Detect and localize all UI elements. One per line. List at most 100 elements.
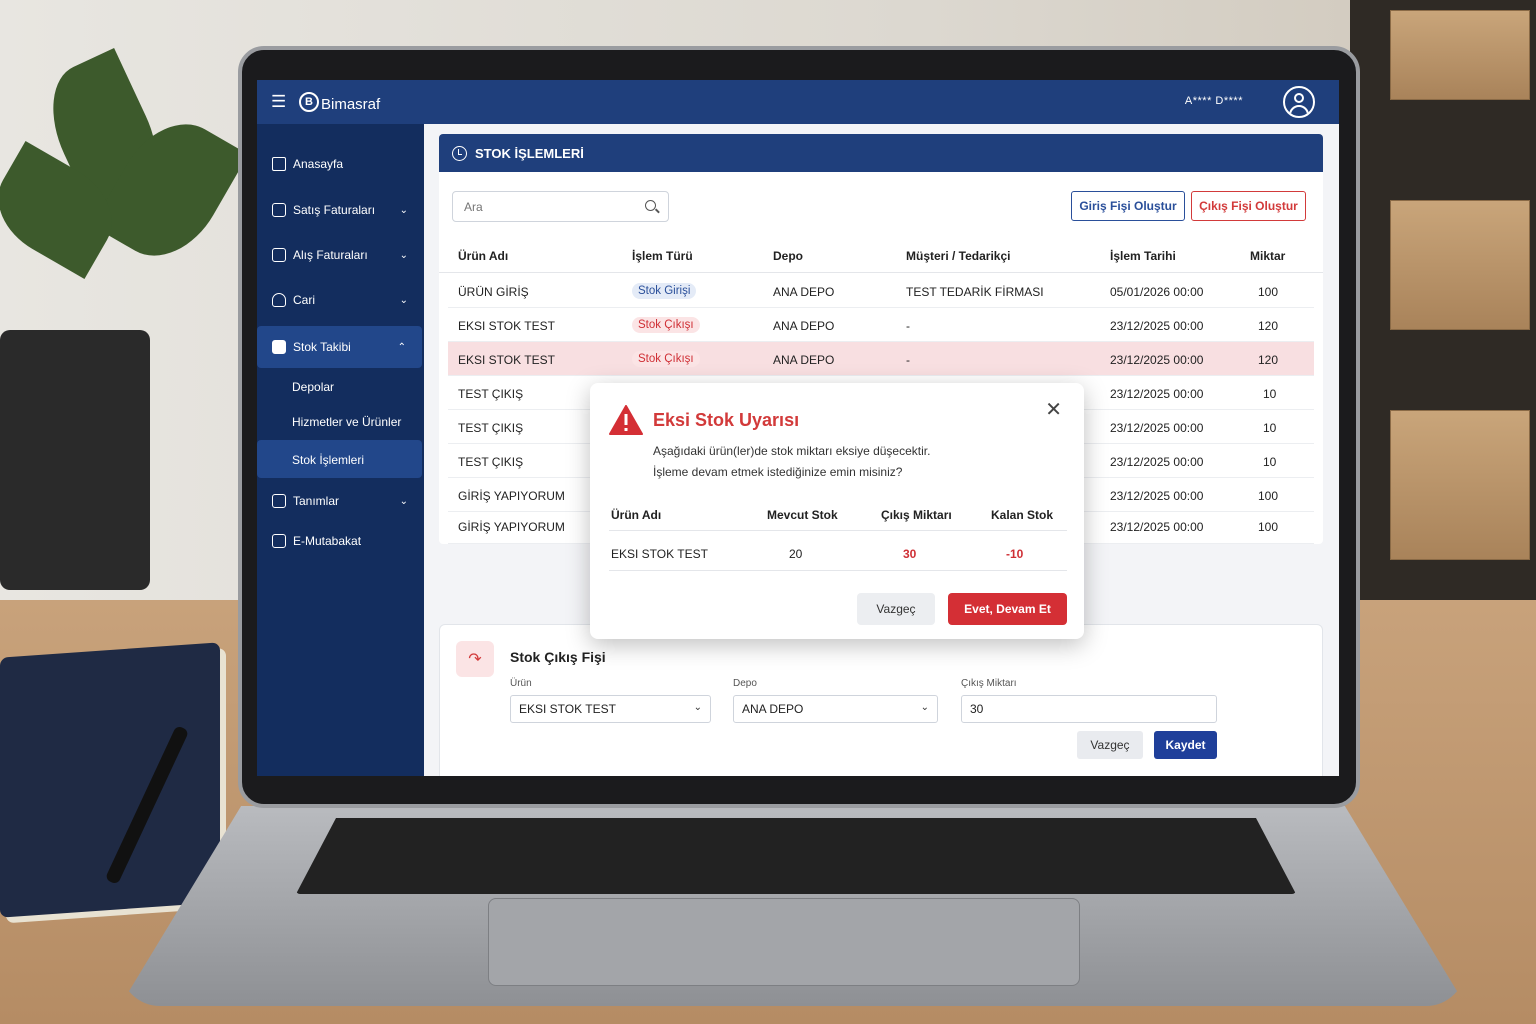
laptop-touchpad [488,898,1080,986]
column-header: Ürün Adı [611,508,662,522]
table-row[interactable]: ÜRÜN GİRİŞ Stok Girişi ANA DEPO TEST TED… [448,274,1314,308]
column-header[interactable]: Miktar [1250,249,1285,263]
sidebar-item-tanimlar[interactable]: Tanımlar ⌄ [257,481,424,521]
user-icon [272,293,286,307]
cell-tarih: 23/12/2025 00:00 [1110,421,1204,435]
user-avatar-icon[interactable] [1283,86,1315,118]
sidebar-subitem-stok-islemleri[interactable]: Stok İşlemleri [292,453,364,467]
background-box [1390,10,1530,100]
sidebar-item-alis-faturalari[interactable]: Alış Faturaları ⌄ [257,235,424,275]
modal-message: İşleme devam etmek istediğinize emin mis… [653,465,903,479]
create-exit-slip-button[interactable]: Çıkış Fişi Oluştur [1191,191,1306,221]
table-row[interactable]: EKSI STOK TEST Stok Çıkışı ANA DEPO - 23… [448,308,1314,342]
cell-miktar: 100 [1258,285,1279,299]
screen: ☰ B Bimasraf A**** D**** Anasayfa Satış … [257,80,1339,776]
cell-tarih: 23/12/2025 00:00 [1110,387,1204,401]
search-box[interactable] [452,191,669,222]
cell-miktar: 100 [1258,489,1279,503]
sidebar-subitem-hizmetler-ve-urunler[interactable]: Hizmetler ve Ürünler [292,415,401,429]
column-header: Mevcut Stok [767,508,838,522]
sidebar-item-anasayfa[interactable]: Anasayfa [257,144,424,184]
clock-icon [452,145,467,161]
column-header: Kalan Stok [991,508,1054,522]
sidebar-subitem-depolar[interactable]: Depolar [292,380,334,394]
chevron-down-icon: ⌄ [399,495,408,507]
create-entry-slip-button[interactable]: Giriş Fişi Oluştur [1071,191,1185,221]
sidebar-item-label: Alış Faturaları [293,248,368,262]
product-select[interactable]: EKSI STOK TEST ⌄ [510,695,711,723]
top-bar: ☰ B Bimasraf A**** D**** [257,80,1339,124]
chevron-down-icon: ⌄ [399,294,408,306]
cell-tarih: 23/12/2025 00:00 [1110,319,1204,333]
app-logo[interactable]: B Bimasraf [299,90,380,113]
warning-icon [609,405,643,435]
search-input[interactable] [464,192,634,221]
sidebar-item-label: Cari [293,293,316,307]
cell-tarih: 05/01/2026 00:00 [1110,285,1204,299]
document-icon [272,203,286,217]
column-header[interactable]: Ürün Adı [458,249,508,263]
clipboard-icon [272,534,286,548]
chevron-up-icon: ⌃ [397,341,406,353]
exit-quantity-value: 30 [970,702,984,716]
plant-pot [0,330,150,590]
cell-tarih: 23/12/2025 00:00 [1110,353,1204,367]
cell-miktar: 100 [1258,520,1279,534]
modal-table-row: EKSI STOK TEST 20 30 -10 [609,537,1067,571]
cell-urun: GİRİŞ YAPIYORUM [458,489,565,503]
warehouse-select-value: ANA DEPO [742,702,804,716]
field-label: Ürün [510,678,532,689]
box-icon [272,340,286,354]
status-badge: Stok Girişi [632,283,697,299]
page-title: STOK İŞLEMLERİ [475,145,584,161]
background-box [1390,200,1530,330]
table-row-highlighted[interactable]: EKSI STOK TEST Stok Çıkışı ANA DEPO - 23… [448,342,1314,376]
chevron-down-icon: ⌄ [399,249,408,261]
save-button[interactable]: Kaydet [1154,731,1217,759]
panel-header: STOK İŞLEMLERİ [439,134,1323,172]
sidebar-item-satis-faturalari[interactable]: Satış Faturaları ⌄ [257,190,424,230]
modal-cancel-button[interactable]: Vazgeç [857,593,935,625]
close-icon[interactable]: ✕ [1045,400,1062,420]
cell-miktar: 10 [1263,421,1277,435]
exit-quantity-input[interactable]: 30 [961,695,1217,723]
column-header[interactable]: Müşteri / Tedarikçi [906,249,1010,263]
column-header[interactable]: Depo [773,249,803,263]
logo-text: Bimasraf [321,96,381,113]
form-title: Stok Çıkış Fişi [510,649,606,665]
hamburger-menu-icon[interactable]: ☰ [271,93,286,110]
exit-slip-icon: ↷ [456,641,494,677]
cell-tarih: 23/12/2025 00:00 [1110,489,1204,503]
search-icon[interactable] [645,200,656,211]
cell-miktar: 120 [1258,353,1279,367]
sidebar-item-stok-takibi[interactable]: Stok Takibi ⌃ [257,326,422,368]
logo-mark: B [299,91,319,112]
cell-urun: GİRİŞ YAPIYORUM [458,520,565,534]
cell-tarih: 23/12/2025 00:00 [1110,520,1204,534]
field-label: Depo [733,678,757,689]
cell-urun: EKSI STOK TEST [458,319,555,333]
document-icon [272,248,286,262]
sidebar-item-cari[interactable]: Cari ⌄ [257,280,424,320]
modal-message: Aşağıdaki ürün(ler)de stok miktarı eksiy… [653,444,931,458]
cell-cikis-miktari: 30 [903,547,917,561]
cell-kalan-stok: -10 [1006,547,1024,561]
status-badge: Stok Çıkışı [632,351,700,367]
sidebar-item-e-mutabakat[interactable]: E-Mutabakat [257,521,424,561]
cell-urun: TEST ÇIKIŞ [458,421,524,435]
modal-table-header: Ürün Adı Mevcut Stok Çıkış Miktarı Kalan… [609,503,1067,531]
settings-box-icon [272,494,286,508]
background-shelf [1350,0,1536,600]
column-header[interactable]: İşlem Türü [632,249,693,263]
cell-depo: ANA DEPO [773,353,835,367]
form-cancel-button[interactable]: Vazgeç [1077,731,1143,759]
column-header: Çıkış Miktarı [881,508,952,522]
modal-title: Eksi Stok Uyarısı [653,410,800,430]
column-header[interactable]: İşlem Tarihi [1110,249,1176,263]
sidebar-item-label: Anasayfa [293,157,344,171]
cell-urun: EKSI STOK TEST [611,547,708,561]
chevron-down-icon: ⌄ [920,702,929,713]
cell-miktar: 10 [1263,387,1277,401]
confirm-continue-button[interactable]: Evet, Devam Et [948,593,1067,625]
warehouse-select[interactable]: ANA DEPO ⌄ [733,695,938,723]
